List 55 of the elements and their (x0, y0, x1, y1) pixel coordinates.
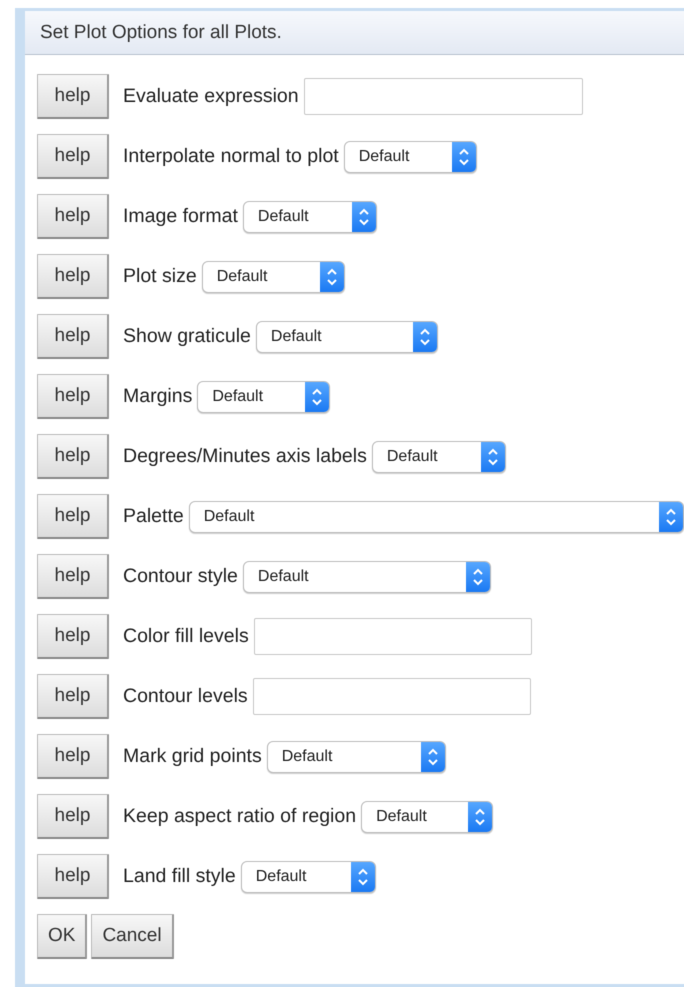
select-dropdown[interactable]: Default (361, 800, 494, 832)
select-dropdown[interactable]: Default (197, 380, 330, 412)
help-button[interactable]: help (37, 494, 109, 539)
help-button[interactable]: help (37, 254, 109, 299)
option-label: Mark grid points (123, 745, 262, 768)
option-label: Plot size (123, 265, 197, 288)
option-label: Image format (123, 205, 238, 228)
help-button[interactable]: help (37, 314, 109, 359)
option-label: Degrees/Minutes axis labels (123, 445, 367, 468)
stepper-icon (452, 142, 476, 172)
stepper-icon (480, 442, 505, 472)
help-button[interactable]: help (37, 854, 109, 899)
help-button[interactable]: help (37, 554, 109, 599)
dialog-title: Set Plot Options for all Plots. (25, 11, 684, 55)
stepper-icon (468, 802, 492, 832)
select-dropdown[interactable]: Default (188, 500, 684, 532)
stepper-icon (350, 862, 375, 892)
option-label: Margins (123, 385, 192, 408)
stepper-icon (320, 262, 344, 292)
option-label: Contour style (123, 565, 238, 588)
help-button[interactable]: help (37, 734, 109, 779)
help-button[interactable]: help (37, 614, 109, 659)
stepper-icon (305, 382, 330, 412)
select-dropdown[interactable]: Default (242, 560, 491, 592)
help-button[interactable]: help (37, 374, 109, 419)
help-button[interactable]: help (37, 134, 109, 179)
option-label: Color fill levels (123, 625, 249, 648)
select-dropdown[interactable]: Default (242, 200, 377, 232)
input-field[interactable] (254, 618, 532, 655)
option-label: Interpolate normal to plot (123, 145, 339, 168)
option-label: Contour levels (123, 685, 248, 708)
stepper-icon (352, 202, 376, 232)
select-dropdown[interactable]: Default (344, 140, 477, 172)
stepper-icon (466, 562, 490, 592)
option-label: Land fill style (123, 865, 236, 888)
option-label: Keep aspect ratio of region (123, 805, 356, 828)
option-label: Palette (123, 505, 184, 528)
help-button[interactable]: help (37, 74, 109, 119)
input-field[interactable] (252, 678, 531, 715)
stepper-icon (412, 322, 437, 352)
input-field[interactable] (304, 78, 583, 115)
option-label: Evaluate expression (123, 85, 299, 108)
ok-button[interactable]: OK (37, 914, 88, 959)
help-button[interactable]: help (37, 434, 109, 479)
help-button[interactable]: help (37, 794, 109, 839)
select-dropdown[interactable]: Default (240, 860, 376, 892)
select-dropdown[interactable]: Default (202, 260, 345, 292)
select-dropdown[interactable]: Default (266, 740, 446, 772)
cancel-button[interactable]: Cancel (91, 914, 174, 959)
stepper-icon (420, 742, 445, 772)
select-dropdown[interactable]: Default (256, 320, 438, 352)
help-button[interactable]: help (37, 194, 109, 239)
select-dropdown[interactable]: Default (372, 440, 506, 472)
option-label: Show graticule (123, 325, 251, 348)
help-button[interactable]: help (37, 674, 109, 719)
